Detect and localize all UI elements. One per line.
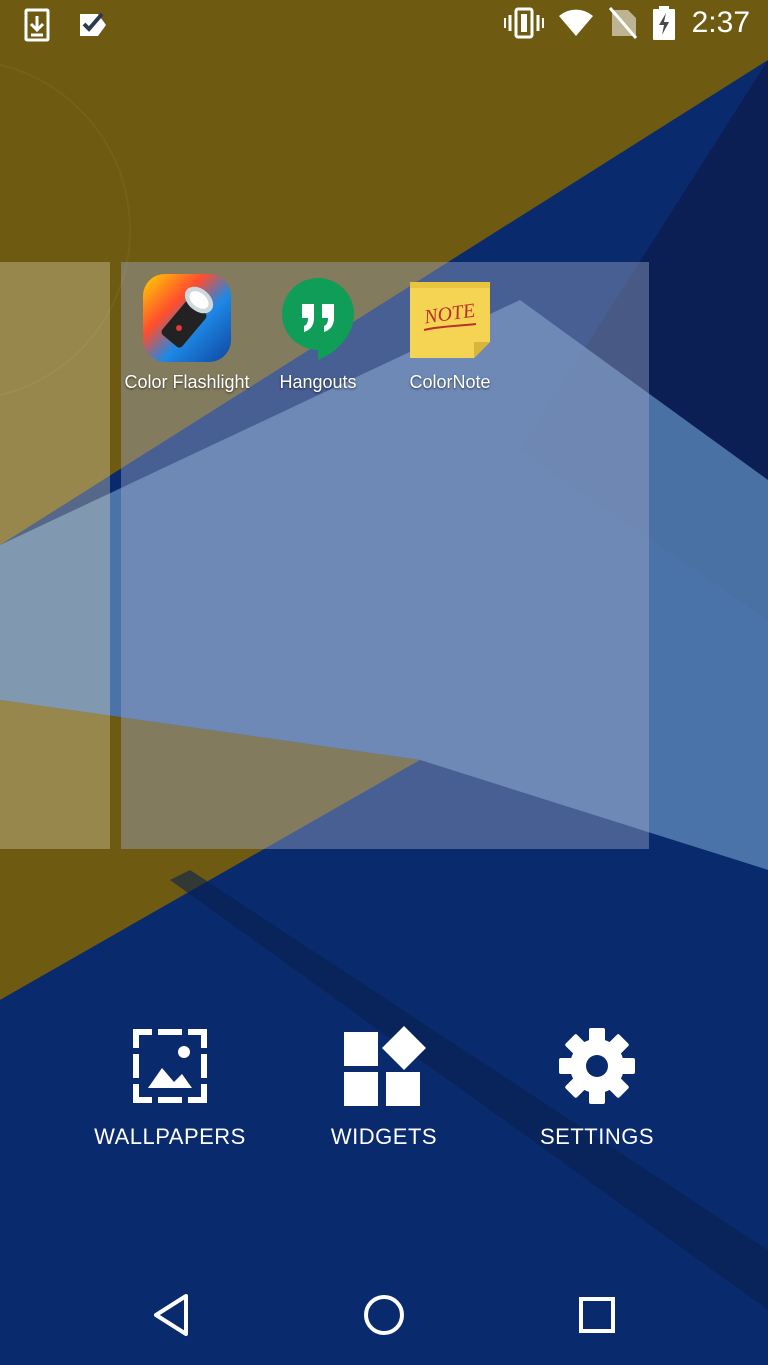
wallpapers-label: WALLPAPERS: [94, 1124, 246, 1149]
checkmark-app-icon: [78, 8, 108, 42]
recents-icon: [579, 1297, 615, 1333]
vibrate-icon: [503, 6, 544, 40]
wifi-icon: [558, 6, 594, 40]
back-button[interactable]: [142, 1290, 202, 1340]
gear-icon: [559, 1028, 635, 1104]
app-colornote[interactable]: NOTE ColorNote: [384, 272, 516, 393]
home-icon: [364, 1295, 404, 1335]
download-icon: [24, 8, 54, 42]
status-bar: 2:37: [0, 0, 768, 50]
color-flashlight-icon: [141, 272, 233, 364]
back-icon: [154, 1294, 188, 1336]
no-sim-icon: [608, 6, 638, 40]
recents-button[interactable]: [567, 1290, 627, 1340]
app-label: Hangouts: [279, 372, 357, 392]
app-hangouts[interactable]: Hangouts: [252, 272, 384, 393]
app-color-flashlight[interactable]: Color Flashlight: [121, 272, 253, 393]
app-label: Color Flashlight: [124, 372, 250, 392]
settings-label: SETTINGS: [539, 1124, 654, 1149]
clock: 2:37: [691, 6, 750, 39]
app-label: ColorNote: [409, 372, 491, 392]
previous-page-preview[interactable]: [0, 262, 110, 849]
settings-button[interactable]: SETTINGS: [497, 1026, 697, 1150]
hangouts-icon: [272, 272, 364, 364]
battery-charging-icon: [652, 6, 676, 40]
navigation-bar: [0, 1262, 768, 1365]
wallpaper-icon: [133, 1029, 207, 1103]
widgets-label: WIDGETS: [330, 1124, 438, 1149]
overview-actions: WALLPAPERS WIDGETS SETTINGS: [0, 1026, 768, 1166]
widgets-icon: [344, 1026, 426, 1106]
widgets-button[interactable]: WIDGETS: [284, 1026, 484, 1150]
wallpapers-button[interactable]: WALLPAPERS: [70, 1026, 270, 1150]
home-button[interactable]: [354, 1290, 414, 1340]
launcher-screen: 2:37 Color Flashlight Hangouts NOTE Colo…: [0, 0, 768, 1365]
colornote-icon: NOTE: [404, 272, 496, 364]
